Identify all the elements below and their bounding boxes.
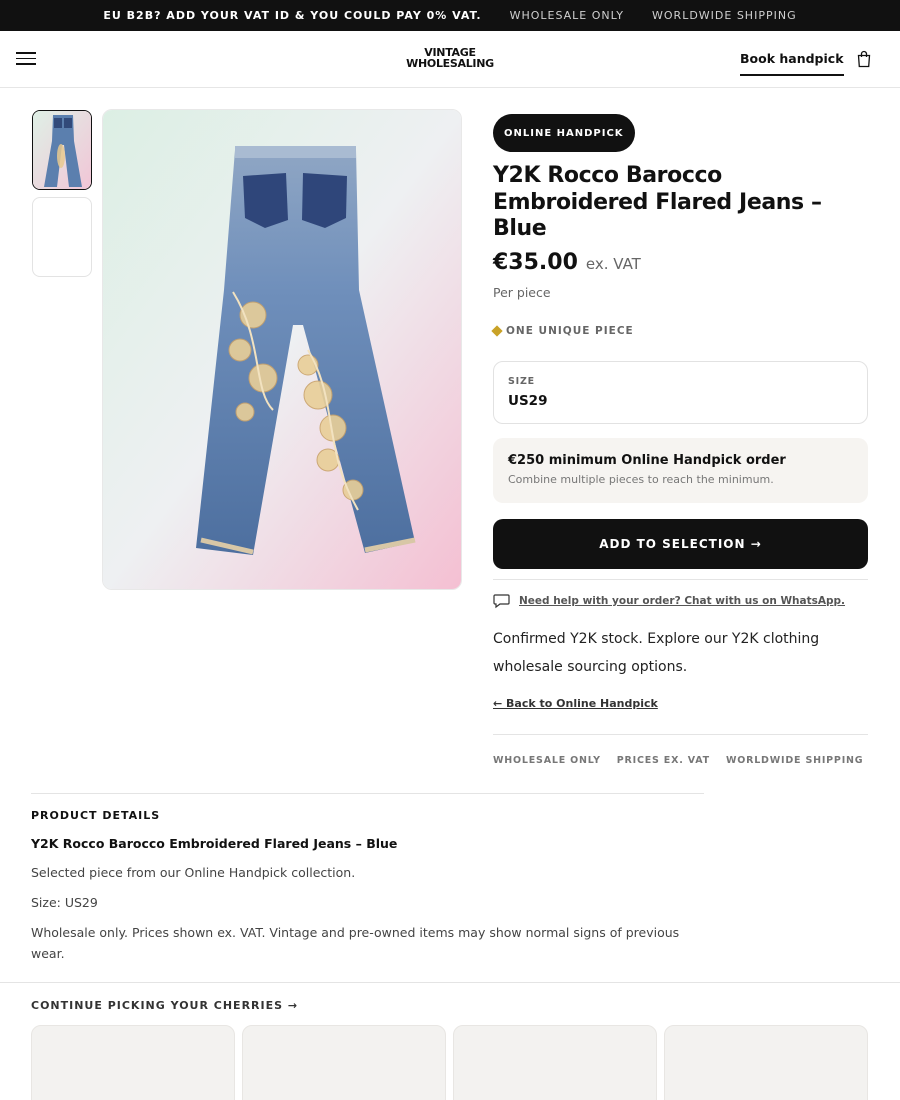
- related-product-card[interactable]: [242, 1025, 446, 1100]
- diamond-icon: [491, 325, 503, 337]
- book-handpick-link[interactable]: Book handpick: [740, 51, 844, 76]
- product-description: Confirmed Y2K stock. Explore our Y2K clo…: [493, 631, 820, 675]
- divider: [0, 982, 900, 983]
- related-product-card[interactable]: [664, 1025, 868, 1100]
- whatsapp-help-row: Need help with your order? Chat with us …: [493, 593, 845, 609]
- gallery-thumbnail-1[interactable]: [32, 110, 92, 190]
- divider: [493, 579, 868, 580]
- tag-prices-ex-vat: PRICES EX. VAT: [616, 755, 710, 766]
- size-selector[interactable]: SIZE US29: [493, 361, 868, 424]
- product-details-line-1: Selected piece from our Online Handpick …: [31, 865, 356, 880]
- divider: [493, 734, 868, 735]
- product-details-heading: PRODUCT DETAILS: [31, 809, 161, 822]
- product-price: €35.00: [493, 250, 578, 275]
- jeans-thumbnail-image: [33, 111, 91, 189]
- site-header: VINTAGE WHOLESALING Book handpick: [0, 31, 900, 88]
- feature-tags: WHOLESALE ONLY PRICES EX. VAT WORLDWIDE …: [493, 755, 863, 766]
- size-label: SIZE: [508, 376, 535, 387]
- wholesale-announcement: WHOLESALE ONLY: [509, 9, 625, 22]
- related-product-card[interactable]: [453, 1025, 657, 1100]
- minimum-order-notice: €250 minimum Online Handpick order Combi…: [493, 438, 868, 503]
- shipping-announcement: WORLDWIDE SHIPPING: [652, 9, 797, 22]
- product-details-line-3: Wholesale only. Prices shown ex. VAT. Vi…: [31, 925, 680, 961]
- tag-worldwide-shipping: WORLDWIDE SHIPPING: [725, 755, 864, 766]
- unique-piece-label: ONE UNIQUE PIECE: [506, 325, 634, 337]
- product-details-line-2: Size: US29: [31, 895, 98, 910]
- unique-piece-indicator: ONE UNIQUE PIECE: [491, 325, 634, 337]
- back-to-handpick-link[interactable]: ← Back to Online Handpick: [493, 697, 658, 710]
- vat-announcement: EU B2B? ADD YOUR VAT ID & YOU COULD PAY …: [103, 9, 482, 22]
- per-piece-label: Per piece: [493, 285, 551, 300]
- product-title: Y2K Rocco Barocco Embroidered Flared Jea…: [493, 163, 822, 241]
- minimum-order-subtitle: Combine multiple pieces to reach the min…: [508, 473, 774, 486]
- tag-wholesale-only: WHOLESALE ONLY: [493, 755, 601, 766]
- minimum-order-title: €250 minimum Online Handpick order: [508, 453, 786, 468]
- jeans-product-image: [103, 110, 461, 589]
- product-details-title: Y2K Rocco Barocco Embroidered Flared Jea…: [31, 836, 398, 851]
- price-row: €35.00 ex. VAT: [493, 250, 641, 275]
- continue-picking-link[interactable]: CONTINUE PICKING YOUR CHERRIES →: [31, 999, 298, 1012]
- size-value: US29: [508, 393, 548, 409]
- divider: [31, 793, 704, 794]
- add-to-selection-button[interactable]: ADD TO SELECTION →: [493, 519, 868, 569]
- announcement-bar: EU B2B? ADD YOUR VAT ID & YOU COULD PAY …: [0, 0, 900, 31]
- product-main-image[interactable]: [102, 109, 462, 590]
- related-product-card[interactable]: [31, 1025, 235, 1100]
- whatsapp-help-link[interactable]: Need help with your order? Chat with us …: [519, 595, 845, 607]
- vat-note: ex. VAT: [585, 255, 641, 273]
- online-handpick-badge: ONLINE HANDPICK: [493, 114, 635, 152]
- gallery-thumbnail-2[interactable]: [32, 197, 92, 277]
- chat-bubble-icon: [493, 594, 510, 609]
- shopping-bag-icon[interactable]: [856, 50, 872, 68]
